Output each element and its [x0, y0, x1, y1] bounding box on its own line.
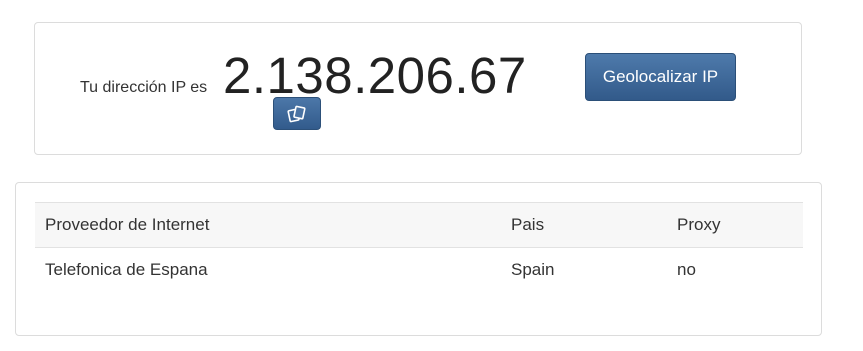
ip-prefix-label: Tu dirección IP es	[80, 79, 208, 96]
header-proxy: Proxy	[667, 202, 803, 248]
ip-address: 2.138.206.67	[223, 47, 527, 104]
copy-icon	[287, 105, 306, 122]
header-isp: Proveedor de Internet	[35, 202, 501, 248]
cell-proxy: no	[677, 260, 696, 279]
header-country: Pais	[501, 202, 667, 248]
ip-info-panel: Proveedor de Internet Pais Proxy Telefon…	[15, 182, 822, 336]
geolocate-ip-button[interactable]: Geolocalizar IP	[585, 53, 736, 101]
ip-info-table: Proveedor de Internet Pais Proxy Telefon…	[35, 202, 803, 292]
ip-panel: Tu dirección IP es 2.138.206.67 Geolocal…	[34, 22, 802, 155]
table-header-row: Proveedor de Internet Pais Proxy	[35, 202, 803, 248]
cell-isp: Telefonica de Espana	[45, 260, 208, 279]
table-row: Telefonica de Espana Spain no	[35, 248, 803, 293]
copy-ip-button[interactable]	[273, 97, 321, 130]
cell-country: Spain	[511, 260, 555, 279]
